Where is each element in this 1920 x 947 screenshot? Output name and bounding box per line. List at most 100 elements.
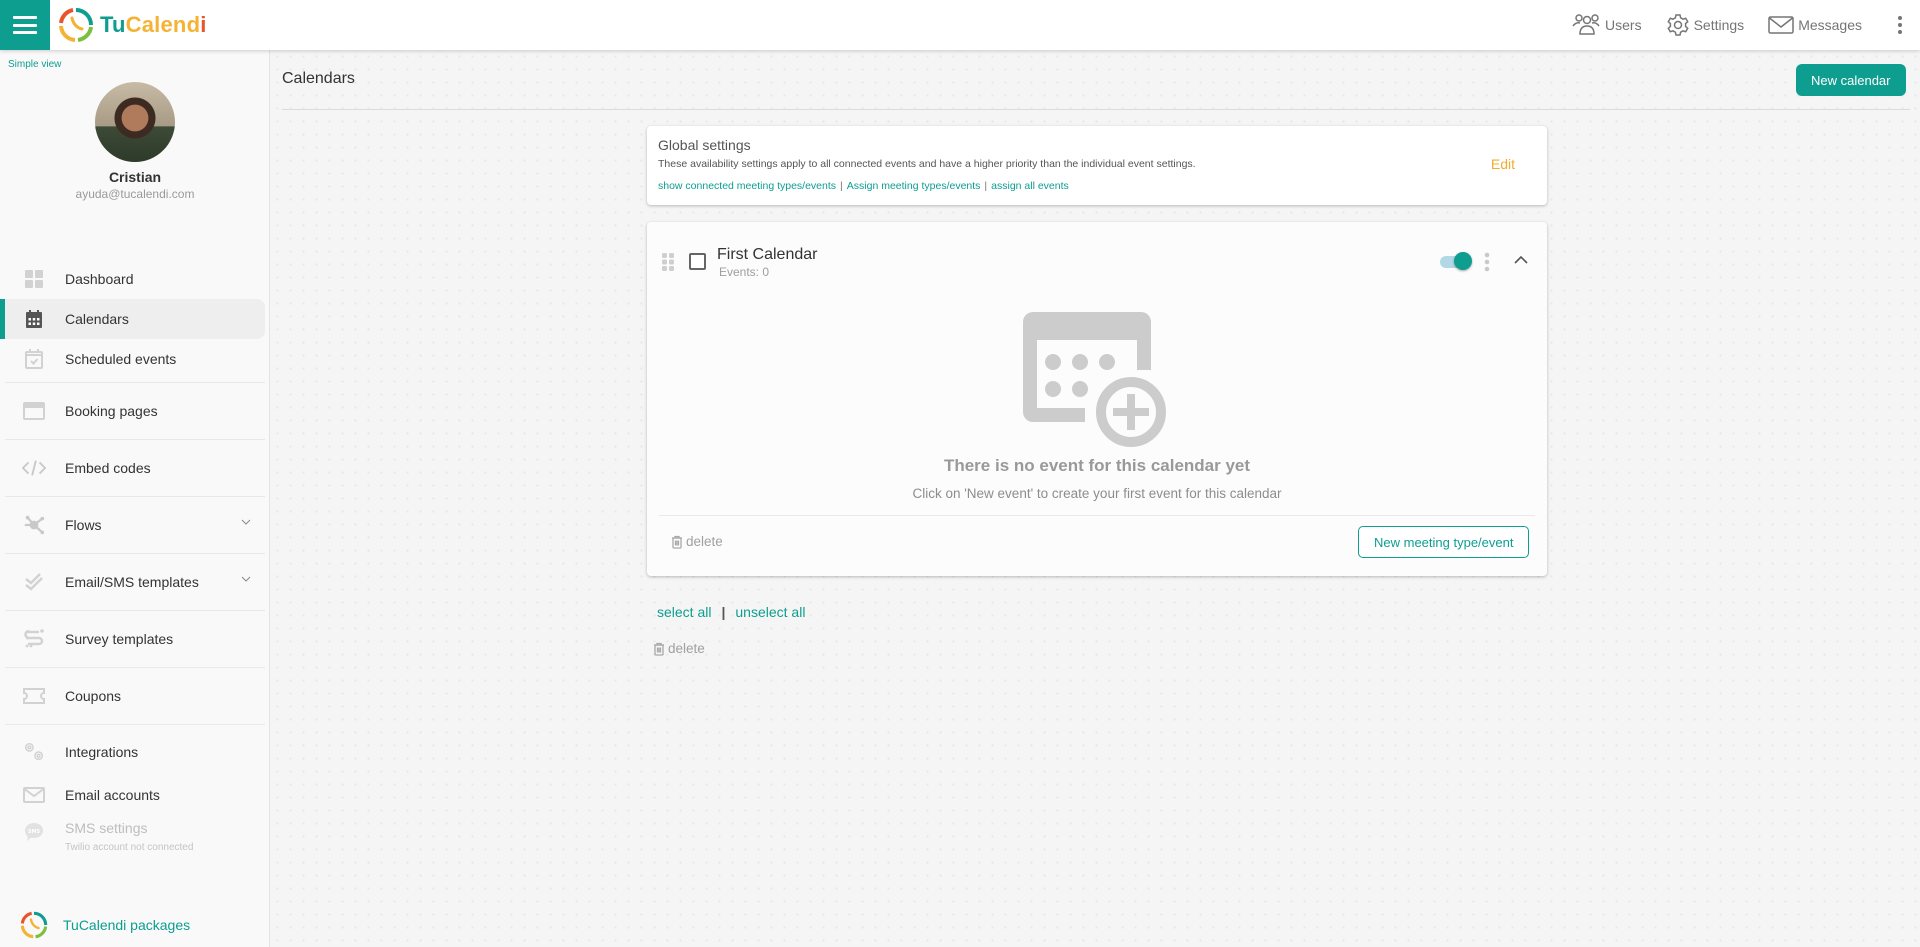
sidebar-item-scheduled-events[interactable]: Scheduled events [0, 339, 265, 379]
divider [5, 667, 265, 668]
messages-label: Messages [1798, 17, 1862, 33]
sidebar-item-label: Coupons [65, 688, 122, 704]
assign-all-events-link[interactable]: assign all events [991, 180, 1069, 192]
chevron-up-icon[interactable] [1514, 255, 1528, 264]
show-connected-events-link[interactable]: show connected meeting types/events [658, 180, 836, 192]
new-meeting-type-button[interactable]: New meeting type/event [1358, 526, 1530, 558]
sidebar-item-email-sms-templates[interactable]: Email/SMS templates [0, 557, 265, 607]
calendar-name: First Calendar [717, 246, 818, 263]
brand[interactable]: TuCalendi [58, 7, 207, 43]
sidebar-item-flows[interactable]: Flows [0, 500, 265, 550]
chevron-down-icon[interactable] [241, 576, 251, 582]
brand-name: TuCalendi [100, 12, 207, 38]
hamburger-icon [13, 16, 37, 34]
brand-part-i: i [200, 12, 207, 37]
sidebar-item-label: Flows [65, 517, 102, 533]
trash-icon [672, 535, 682, 549]
gears-icon [22, 740, 46, 764]
dashboard-icon [22, 267, 46, 291]
settings-link[interactable]: Settings [1666, 13, 1745, 37]
sidebar-nav: Dashboard Calendars Scheduled events Boo… [0, 259, 270, 862]
messages-link[interactable]: Messages [1768, 15, 1862, 35]
sidebar-item-email-accounts[interactable]: Email accounts [0, 776, 265, 814]
toggle-knob [1454, 252, 1472, 270]
calendar-events-count: Events: 0 [719, 265, 770, 279]
sidebar-item-label: Booking pages [65, 403, 158, 419]
delete-calendar-button[interactable]: delete [671, 534, 723, 549]
edit-global-settings-button[interactable]: Edit [1491, 156, 1515, 172]
empty-state-subtitle: Click on 'New event' to create your firs… [912, 486, 1282, 501]
sidebar: Simple view Cristian ayuda@tucalendi.com… [0, 50, 270, 947]
envelope-icon [22, 783, 46, 807]
calendar-enabled-toggle[interactable] [1440, 252, 1472, 270]
tucalendi-packages-link[interactable]: TuCalendi packages [20, 911, 190, 939]
sidebar-item-coupons[interactable]: Coupons [0, 671, 265, 721]
ticket-icon [22, 684, 46, 708]
sidebar-item-label: Email/SMS templates [65, 574, 199, 590]
simple-view-link[interactable]: Simple view [8, 59, 61, 70]
more-menu-button[interactable] [1880, 15, 1920, 35]
assign-meeting-types-link[interactable]: Assign meeting types/events [847, 180, 981, 192]
sidebar-item-label: Calendars [65, 311, 129, 327]
profile: Cristian ayuda@tucalendi.com [0, 82, 270, 201]
avatar[interactable] [95, 82, 175, 162]
sidebar-item-booking-pages[interactable]: Booking pages [0, 386, 265, 436]
sidebar-item-label: Dashboard [65, 271, 134, 287]
more-vertical-icon[interactable] [1484, 252, 1490, 272]
select-all-link[interactable]: select all [657, 604, 711, 620]
tucalendi-logo-icon [20, 911, 48, 939]
sidebar-item-label: Embed codes [65, 460, 151, 476]
tucalendi-logo-icon [59, 8, 93, 42]
global-settings-links: show connected meeting types/events | Assi… [658, 180, 1069, 192]
unselect-all-link[interactable]: unselect all [735, 604, 805, 620]
divider [659, 515, 1535, 516]
calendar-add-icon [1023, 312, 1166, 447]
sidebar-item-embed-codes[interactable]: Embed codes [0, 443, 265, 493]
calendar-icon [22, 307, 46, 331]
users-icon [1572, 14, 1600, 35]
users-link[interactable]: Users [1571, 13, 1642, 37]
svg-text:SMS: SMS [28, 829, 41, 835]
sidebar-item-dashboard[interactable]: Dashboard [0, 259, 265, 299]
separator: | [840, 180, 843, 192]
divider [5, 496, 265, 497]
calendar-select-checkbox[interactable] [689, 253, 706, 270]
drag-handle-icon[interactable] [662, 253, 674, 271]
sidebar-item-label: SMS settings [65, 820, 148, 836]
sidebar-item-label: Survey templates [65, 631, 174, 647]
settings-label: Settings [1693, 17, 1745, 33]
delete-label: delete [686, 534, 723, 549]
more-vertical-icon [1898, 16, 1902, 34]
sidebar-item-calendars[interactable]: Calendars [0, 299, 265, 339]
main-content: Calendars New calendar Global settings T… [271, 50, 1920, 947]
chevron-down-icon[interactable] [241, 519, 251, 525]
sidebar-item-sms-settings[interactable]: SMS SMS settings Twilio account not conn… [0, 814, 265, 862]
separator: | [984, 180, 988, 192]
bulk-delete-button[interactable]: delete [653, 641, 705, 656]
flows-icon [22, 513, 46, 537]
divider [282, 109, 1910, 110]
profile-name: Cristian [108, 169, 162, 185]
page-title: Calendars [282, 70, 355, 87]
sidebar-item-integrations[interactable]: Integrations [0, 728, 265, 776]
divider [5, 610, 265, 611]
sidebar-item-survey-templates[interactable]: Survey templates [0, 614, 265, 664]
sidebar-item-label: Integrations [65, 744, 139, 760]
new-calendar-button[interactable]: New calendar [1796, 64, 1906, 96]
bulk-selection: select all | unselect all [657, 604, 805, 620]
sidebar-item-label: Scheduled events [65, 351, 177, 367]
global-settings-description: These availability settings apply to all… [658, 158, 1196, 170]
code-icon [22, 456, 46, 480]
separator: | [721, 604, 726, 620]
divider [5, 439, 265, 440]
survey-icon [22, 627, 46, 651]
menu-button[interactable] [0, 0, 50, 50]
delete-label: delete [668, 641, 705, 656]
gear-icon [1666, 14, 1689, 36]
sidebar-item-label: Email accounts [65, 787, 160, 803]
trash-icon [654, 642, 664, 656]
divider [5, 553, 265, 554]
envelope-icon [1768, 16, 1794, 34]
packages-label: TuCalendi packages [63, 917, 191, 933]
sms-status-text: Twilio account not connected [65, 842, 194, 853]
